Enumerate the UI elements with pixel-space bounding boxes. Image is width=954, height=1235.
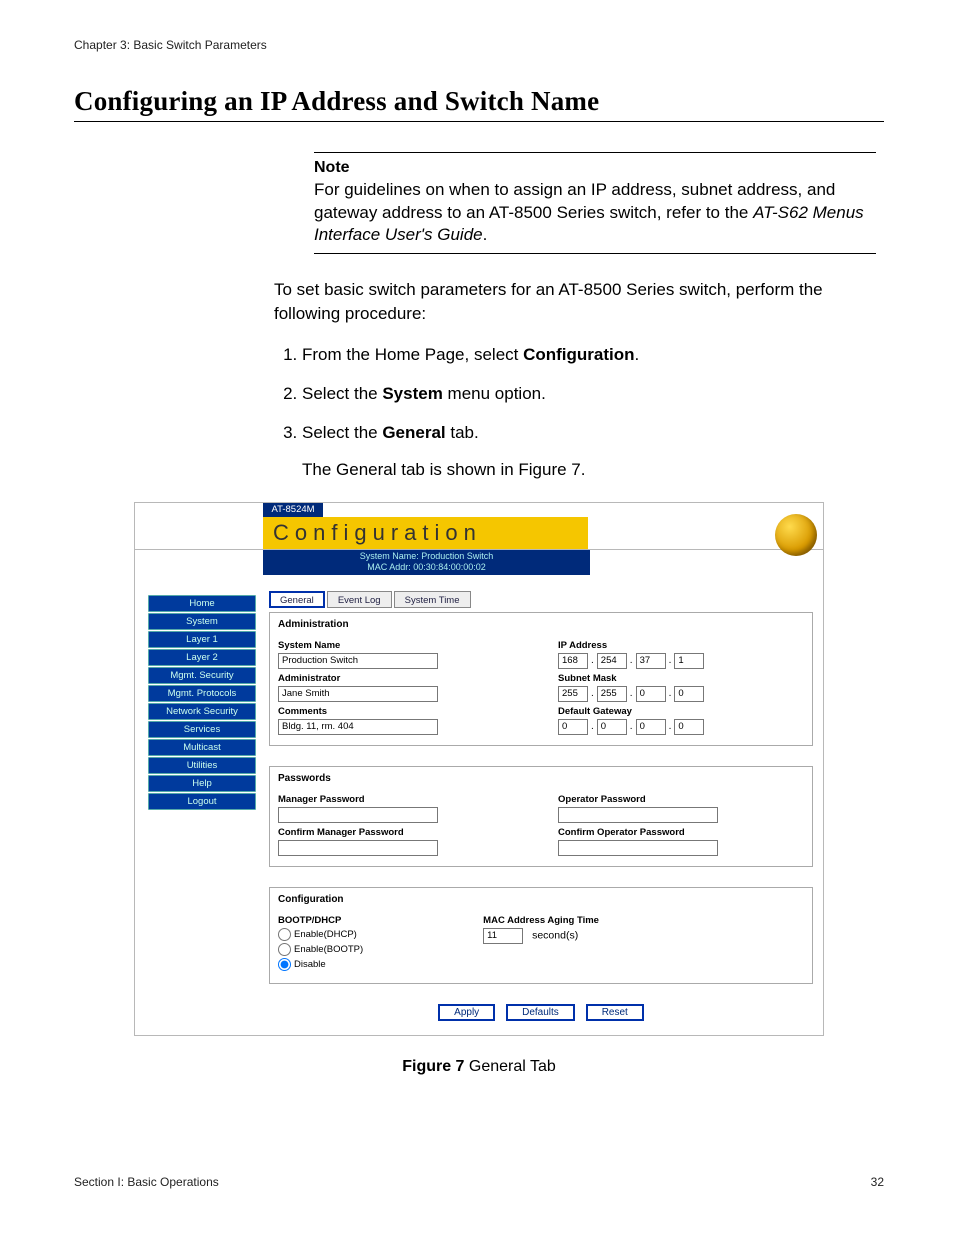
mac-aging-label: MAC Address Aging Time: [483, 915, 599, 926]
configuration-panel: Configuration BOOTP/DHCP Enable(DHCP) En…: [269, 887, 813, 984]
nav-help[interactable]: Help: [148, 775, 256, 792]
procedure-steps: From the Home Page, select Configuration…: [274, 344, 876, 482]
note-box: Note For guidelines on when to assign an…: [314, 152, 876, 254]
ip-oct-3[interactable]: [636, 653, 666, 669]
manager-password-label: Manager Password: [278, 794, 438, 805]
nav-multicast[interactable]: Multicast: [148, 739, 256, 756]
chapter-line: Chapter 3: Basic Switch Parameters: [74, 38, 884, 52]
system-info-line: System Name: Production Switch MAC Addr:…: [263, 550, 590, 575]
comments-input[interactable]: [278, 719, 438, 735]
sidebar-nav: Home System Layer 1 Layer 2 Mgmt. Securi…: [135, 591, 263, 1021]
confirm-operator-password-input[interactable]: [558, 840, 718, 856]
gw-oct-2[interactable]: [597, 719, 627, 735]
nav-home[interactable]: Home: [148, 595, 256, 612]
mask-oct-3[interactable]: [636, 686, 666, 702]
intro-paragraph: To set basic switch parameters for an AT…: [274, 278, 876, 326]
radio-enable-bootp[interactable]: [278, 943, 291, 956]
button-row: Apply Defaults Reset: [269, 1004, 813, 1021]
nav-mgmt-protocols[interactable]: Mgmt. Protocols: [148, 685, 256, 702]
ip-address-label: IP Address: [558, 640, 704, 651]
header-spacer-right: [588, 517, 823, 550]
radio-enable-dhcp-label: Enable(DHCP): [294, 929, 357, 940]
radio-enable-bootp-label: Enable(BOOTP): [294, 944, 363, 955]
system-name-label: System Name: [278, 640, 438, 651]
administration-title: Administration: [278, 619, 804, 630]
confirm-manager-password-label: Confirm Manager Password: [278, 827, 438, 838]
gw-oct-3[interactable]: [636, 719, 666, 735]
administrator-label: Administrator: [278, 673, 438, 684]
mask-oct-2[interactable]: [597, 686, 627, 702]
mask-oct-4[interactable]: [674, 686, 704, 702]
operator-password-input[interactable]: [558, 807, 718, 823]
comments-label: Comments: [278, 706, 438, 717]
model-label: AT-8524M: [263, 503, 323, 517]
figure-7: AT-8524M Configuration System Name: Prod…: [134, 502, 824, 1036]
reset-button[interactable]: Reset: [586, 1004, 644, 1021]
default-gateway-label: Default Gateway: [558, 706, 704, 717]
gw-oct-4[interactable]: [674, 719, 704, 735]
apply-button[interactable]: Apply: [438, 1004, 495, 1021]
confirm-manager-password-input[interactable]: [278, 840, 438, 856]
operator-password-label: Operator Password: [558, 794, 718, 805]
radio-disable-label: Disable: [294, 959, 326, 970]
ip-oct-2[interactable]: [597, 653, 627, 669]
tab-system-time[interactable]: System Time: [394, 591, 471, 608]
nav-layer1[interactable]: Layer 1: [148, 631, 256, 648]
note-body: For guidelines on when to assign an IP a…: [314, 180, 864, 245]
radio-enable-dhcp[interactable]: [278, 928, 291, 941]
mask-oct-1[interactable]: [558, 686, 588, 702]
figure-caption: Figure 7 General Tab: [134, 1058, 824, 1076]
ip-oct-4[interactable]: [674, 653, 704, 669]
nav-system[interactable]: System: [148, 613, 256, 630]
step-3-sub: The General tab is shown in Figure 7.: [302, 459, 876, 482]
nav-mgmt-security[interactable]: Mgmt. Security: [148, 667, 256, 684]
tab-event-log[interactable]: Event Log: [327, 591, 392, 608]
nav-utilities[interactable]: Utilities: [148, 757, 256, 774]
step-2: Select the System menu option.: [302, 383, 876, 406]
step-1: From the Home Page, select Configuration…: [302, 344, 876, 367]
defaults-button[interactable]: Defaults: [506, 1004, 575, 1021]
nav-services[interactable]: Services: [148, 721, 256, 738]
step-3: Select the General tab. The General tab …: [302, 422, 876, 482]
administrator-input[interactable]: [278, 686, 438, 702]
footer-page-number: 32: [871, 1175, 884, 1189]
radio-disable[interactable]: [278, 958, 291, 971]
page-title: Configuring an IP Address and Switch Nam…: [74, 86, 884, 122]
tab-general[interactable]: General: [269, 591, 325, 608]
administration-panel: Administration System Name Administrator…: [269, 612, 813, 746]
nav-network-security[interactable]: Network Security: [148, 703, 256, 720]
bootp-dhcp-label: BOOTP/DHCP: [278, 915, 363, 926]
note-title: Note: [314, 157, 876, 179]
configuration-title: Configuration: [278, 894, 804, 905]
manager-password-input[interactable]: [278, 807, 438, 823]
ip-oct-1[interactable]: [558, 653, 588, 669]
config-title-bar: Configuration: [263, 517, 588, 550]
confirm-operator-password-label: Confirm Operator Password: [558, 827, 718, 838]
nav-logout[interactable]: Logout: [148, 793, 256, 810]
gw-oct-1[interactable]: [558, 719, 588, 735]
footer-section: Section I: Basic Operations: [74, 1175, 219, 1189]
mac-aging-unit: second(s): [532, 929, 578, 941]
passwords-title: Passwords: [278, 773, 804, 784]
mac-aging-input[interactable]: [483, 928, 523, 944]
globe-icon: [775, 514, 817, 556]
header-spacer-left: [135, 503, 263, 550]
tab-row: General Event Log System Time: [269, 591, 813, 608]
passwords-panel: Passwords Manager Password Confirm Manag…: [269, 766, 813, 867]
subnet-mask-label: Subnet Mask: [558, 673, 704, 684]
nav-layer2[interactable]: Layer 2: [148, 649, 256, 666]
system-name-input[interactable]: [278, 653, 438, 669]
